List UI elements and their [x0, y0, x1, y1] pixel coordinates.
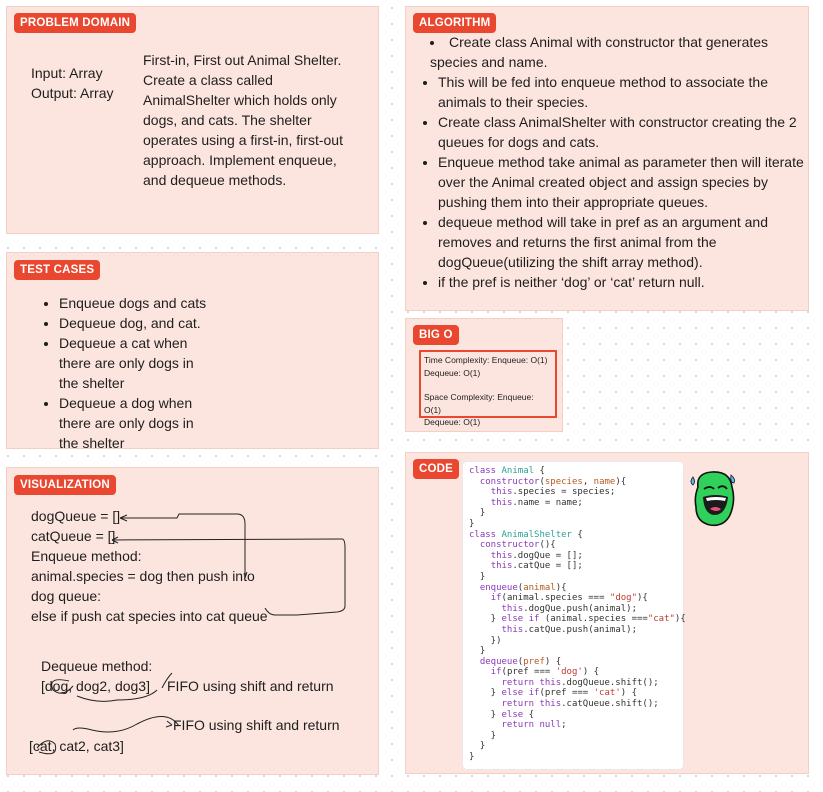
visualization-card: VISUALIZATION dogQueue = [] catQueue = [… — [6, 467, 379, 775]
test-cases-card: TEST CASES Enqueue dogs and cats Dequeue… — [6, 252, 379, 451]
code-block: class Animal { constructor(species, name… — [463, 462, 686, 769]
viz-cat-array: [cat, cat2, cat3] — [29, 738, 124, 754]
algorithm-step: Create class AnimalShelter with construc… — [438, 112, 806, 152]
visualization-tag: VISUALIZATION — [14, 475, 116, 495]
algorithm-step: Create class Animal with constructor tha… — [430, 32, 806, 72]
algorithm-step: This will be fed into enqueue method to … — [438, 72, 806, 112]
test-case-item: Dequeue a dog when there are only dogs i… — [59, 393, 216, 453]
test-cases-list: Enqueue dogs and cats Dequeue dog, and c… — [41, 293, 216, 453]
time-complexity-line1: Time Complexity: Enqueue: O(1) — [424, 355, 548, 365]
algorithm-list: Create class Animal with constructor tha… — [420, 32, 806, 292]
viz-enqueue-step2: dog queue: — [31, 588, 102, 604]
viz-enqueue-step1: animal.species = dog then push into — [31, 568, 255, 584]
test-case-item: Dequeue dog, and cat. — [59, 313, 216, 333]
input-label: Input: Array — [31, 65, 103, 81]
test-cases-tag: TEST CASES — [14, 260, 101, 280]
viz-dog-array: [dog, dog2, dog3] — [41, 678, 150, 694]
code-tag: CODE — [413, 459, 460, 479]
viz-catqueue: catQueue = [] — [31, 528, 116, 544]
big-o-box: Time Complexity: Enqueue: O(1) Dequeue: … — [419, 350, 557, 427]
space-complexity-line2: Dequeue: O(1) — [424, 417, 481, 427]
algorithm-step: if the pref is neither ‘dog’ or ‘cat’ re… — [438, 272, 806, 292]
algorithm-step: dequeue method will take in pref as an a… — [438, 212, 806, 272]
viz-dog-fifo-note: FIFO using shift and return — [167, 678, 334, 694]
algorithm-step: Enqueue method take animal as parameter … — [438, 152, 806, 212]
big-o-tag: BIG O — [413, 325, 459, 345]
viz-enqueue-title: Enqueue method: — [31, 548, 142, 564]
viz-enqueue-step3: else if push cat species into cat queue — [31, 608, 268, 624]
test-case-item: Dequeue a cat when there are only dogs i… — [59, 333, 216, 393]
laughing-face-icon — [690, 471, 735, 527]
viz-dequeue-title: Dequeue method: — [41, 658, 153, 674]
problem-domain-tag: PROBLEM DOMAIN — [14, 13, 137, 33]
viz-cat-fifo-note: FIFO using shift and return — [173, 717, 340, 733]
problem-description: First-in, First out Animal Shelter. Crea… — [143, 52, 343, 188]
problem-domain-card: PROBLEM DOMAIN Input: Array Output: Arra… — [6, 6, 379, 234]
test-case-item: Enqueue dogs and cats — [59, 293, 216, 313]
output-label: Output: Array — [31, 85, 114, 101]
algorithm-card: ALGORITHM Create class Animal with const… — [405, 6, 809, 311]
big-o-card: BIG O Time Complexity: Enqueue: O(1) Deq… — [405, 318, 563, 432]
algorithm-tag: ALGORITHM — [413, 13, 497, 33]
space-complexity-line1: Space Complexity: Enqueue: O(1) — [424, 392, 534, 415]
code-card: CODE class Animal { constructor(species,… — [405, 452, 809, 774]
time-complexity-line2: Dequeue: O(1) — [424, 367, 481, 378]
viz-dogqueue: dogQueue = [] — [31, 508, 121, 524]
